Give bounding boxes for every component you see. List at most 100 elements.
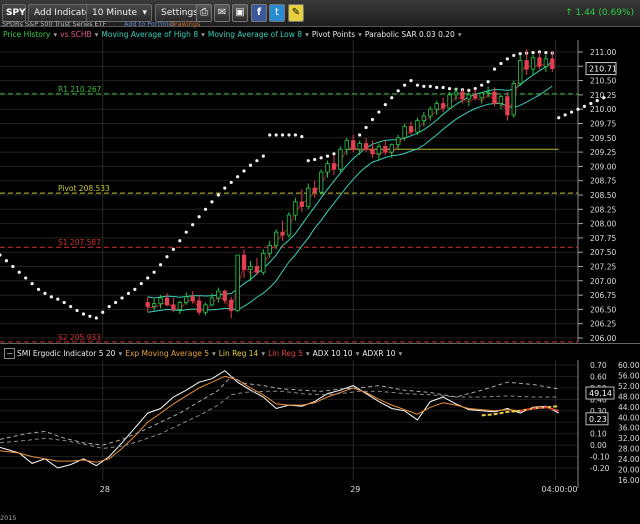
- sar-dot: [107, 304, 111, 309]
- sar-dot: [242, 169, 246, 173]
- candle-body: [492, 91, 497, 104]
- facebook-icon[interactable]: f: [251, 4, 267, 22]
- y-tick-label: 210.50: [590, 77, 616, 86]
- candle-body: [518, 60, 523, 84]
- y-tick-label-right: 16.00: [618, 476, 640, 485]
- candle-body: [408, 125, 414, 133]
- save-icon[interactable]: ▣: [232, 4, 248, 22]
- sar-dot: [62, 300, 66, 305]
- y-tick-label: 211.00: [590, 48, 616, 57]
- sar-dot: [569, 110, 574, 114]
- sar-dot: [486, 80, 490, 84]
- sar-dot: [364, 125, 368, 130]
- y-tick-label: 210.00: [590, 105, 616, 114]
- sar-dot: [30, 282, 34, 286]
- candle-body: [530, 57, 536, 70]
- legend-item[interactable]: Parabolic SAR 0.03 0.20: [365, 30, 455, 39]
- sar-dot: [377, 110, 381, 114]
- sar-dot: [287, 133, 291, 137]
- candle-body: [376, 145, 382, 155]
- candle-body: [158, 297, 163, 305]
- sar-dot: [602, 96, 606, 100]
- legend-item[interactable]: Price History: [3, 30, 50, 39]
- sar-dot: [178, 239, 182, 243]
- y-tick-label-left: 0.10: [590, 430, 607, 439]
- legend-item[interactable]: vs SCHB: [60, 30, 92, 39]
- legend-item[interactable]: Pivot Points: [312, 30, 355, 39]
- chevron-down-icon[interactable]: ▾: [53, 30, 57, 39]
- chevron-down-icon[interactable]: ▾: [261, 349, 265, 358]
- legend-item[interactable]: Exp Moving Average 5: [125, 349, 209, 358]
- twitter-icon[interactable]: t: [269, 4, 285, 22]
- candle-body: [164, 297, 170, 306]
- note-icon[interactable]: ✎: [288, 4, 304, 22]
- legend-item[interactable]: ADXR 10: [362, 349, 395, 358]
- y-tick-label: 209.00: [590, 162, 616, 171]
- candle-body: [363, 143, 369, 150]
- sar-dot: [415, 83, 420, 87]
- sar-dot: [203, 207, 208, 211]
- candle-body: [151, 303, 157, 307]
- chevron-down-icon[interactable]: ▾: [95, 30, 99, 39]
- sar-dot: [582, 104, 587, 108]
- sar-dot: [280, 133, 285, 137]
- legend-item[interactable]: SMI Ergodic Indicator 5 20: [17, 349, 115, 358]
- sar-dot: [36, 287, 41, 291]
- legend-item[interactable]: Lin Reg 14: [219, 349, 259, 358]
- legend-item[interactable]: ADX 10 10: [313, 349, 353, 358]
- sar-dot: [409, 79, 413, 83]
- candle-body: [254, 266, 260, 273]
- candle-body: [196, 300, 202, 313]
- chevron-down-icon[interactable]: ▾: [356, 349, 360, 358]
- sar-dot: [158, 263, 163, 267]
- sar-dot: [332, 152, 336, 156]
- sar-dot: [88, 314, 92, 318]
- y-tick-label: 209.50: [590, 134, 616, 143]
- collapse-icon[interactable]: −: [4, 348, 15, 359]
- sar-dot: [595, 99, 599, 103]
- sar-dot: [197, 215, 201, 219]
- y-tick-label: 207.00: [590, 277, 616, 286]
- pivot-label: S1 207.587: [58, 238, 101, 247]
- y-tick-label: 206.75: [590, 291, 616, 300]
- legend-item[interactable]: Lin Reg 5: [268, 349, 303, 358]
- y-tick-label-left: 0.60: [590, 372, 607, 381]
- sar-dot: [133, 287, 137, 291]
- year-label: 2015: [0, 514, 17, 522]
- y-tick-label: 207.50: [590, 248, 616, 257]
- sar-dot: [43, 291, 47, 295]
- candle-body: [466, 94, 471, 100]
- sar-dot: [370, 117, 375, 122]
- y-tick-label: 206.25: [590, 320, 616, 329]
- candle-body: [447, 94, 452, 109]
- legend-item[interactable]: Moving Average of Low 8: [208, 30, 302, 39]
- y-tick-label-left: -0.20: [590, 464, 610, 473]
- drawings-link[interactable]: Drawings: [170, 20, 200, 28]
- sar-dot: [75, 308, 79, 313]
- chevron-down-icon[interactable]: ▾: [118, 349, 122, 358]
- chevron-down-icon[interactable]: ▾: [306, 349, 310, 358]
- chevron-down-icon[interactable]: ▾: [305, 30, 309, 39]
- email-icon[interactable]: ✉: [214, 4, 230, 22]
- y-tick-label-left: 0.00: [590, 441, 607, 450]
- chevron-down-icon[interactable]: ▾: [399, 349, 403, 358]
- candle-body: [306, 187, 311, 207]
- candle-body: [537, 57, 542, 67]
- candle-body: [428, 108, 433, 117]
- chevron-down-icon[interactable]: ▾: [458, 30, 462, 39]
- indicator-chart: 0.700.600.500.400.300.200.100.00-0.10-0.…: [0, 360, 640, 494]
- chevron-down-icon: ▾: [142, 8, 147, 18]
- legend-item[interactable]: Moving Average of High 8: [101, 30, 198, 39]
- chevron-down-icon[interactable]: ▾: [212, 349, 216, 358]
- y-tick-label-right: 24.00: [618, 455, 640, 464]
- chevron-down-icon[interactable]: ▾: [358, 30, 362, 39]
- candle-body: [389, 144, 394, 153]
- candle-body: [383, 145, 388, 153]
- sar-dot: [563, 113, 567, 117]
- add-to-portfolio-link[interactable]: Add to Portfolio: [124, 20, 174, 28]
- indicator-series-line: [0, 370, 559, 469]
- chevron-down-icon[interactable]: ▾: [201, 30, 205, 39]
- sar-dot: [313, 157, 317, 162]
- candle-body: [344, 140, 349, 150]
- ma-low-line: [147, 85, 553, 313]
